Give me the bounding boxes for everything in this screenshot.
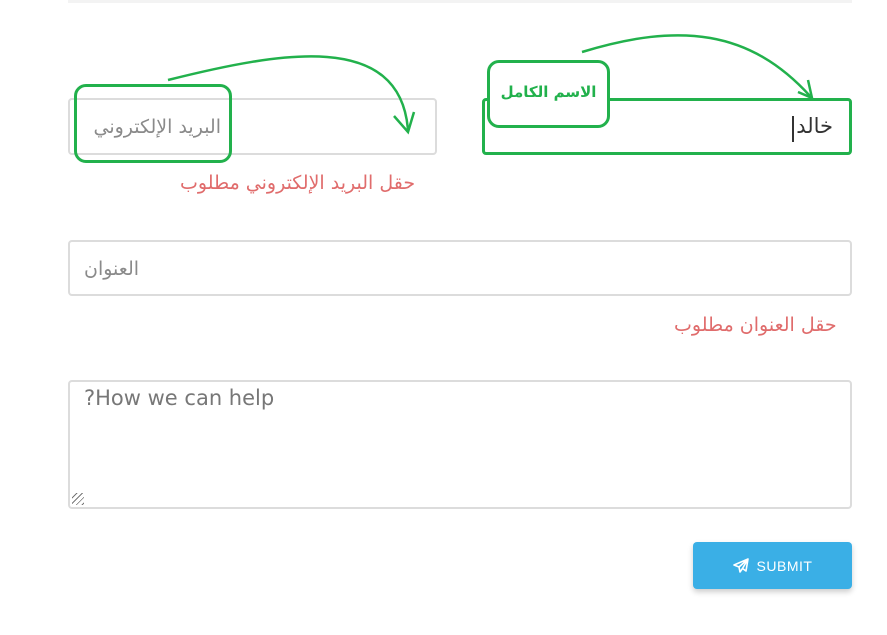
email-annotation-arrow [167, 55, 410, 131]
full-name-annotation-label: الاسم الكامل [500, 83, 597, 101]
name-annotation-arrow [581, 34, 811, 97]
email-arrowhead [393, 111, 416, 135]
annotation-arrows [167, 34, 814, 135]
full-name-annotation-box: الاسم الكامل [487, 60, 610, 128]
